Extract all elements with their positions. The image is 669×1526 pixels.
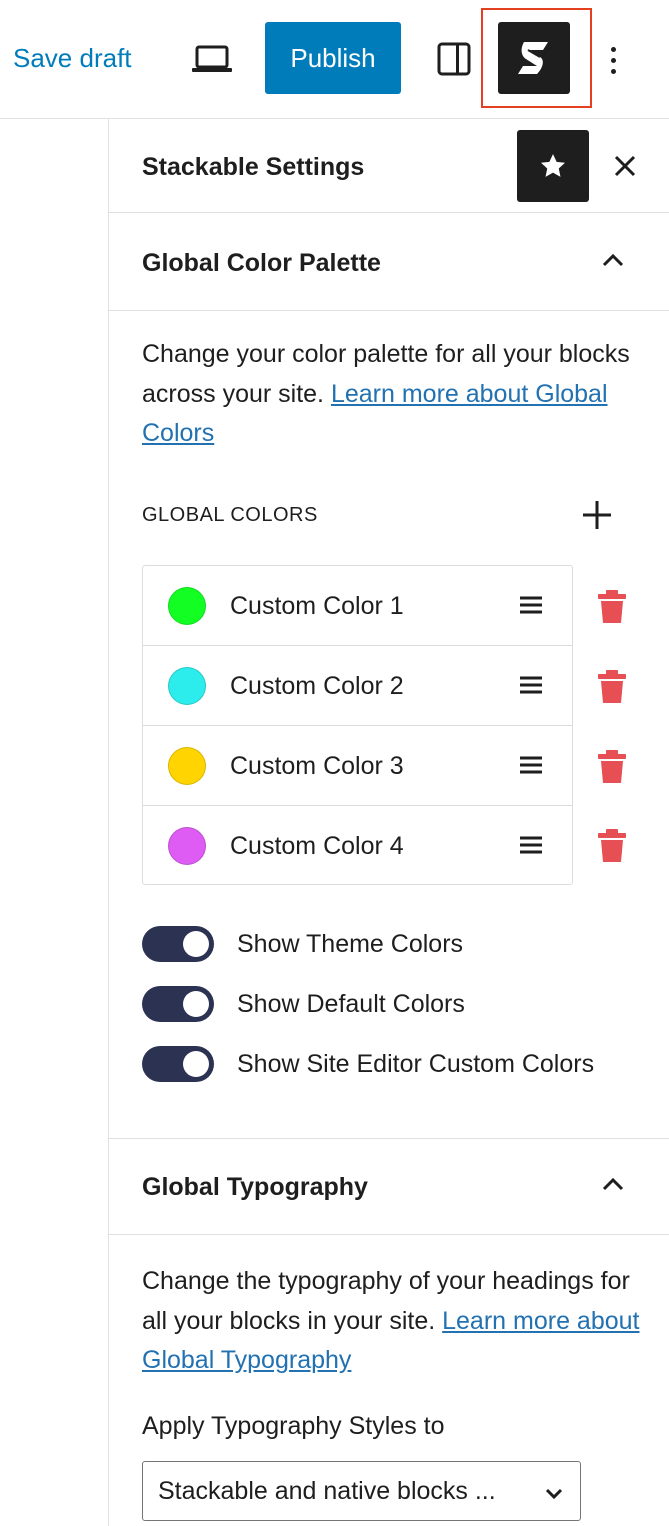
- color-palette-description: Change your color palette for all your b…: [142, 340, 630, 447]
- color-name[interactable]: Custom Color 3: [230, 748, 404, 784]
- trash-icon: [598, 829, 626, 862]
- show-theme-colors-toggle[interactable]: [142, 926, 214, 962]
- toggle-row: Show Site Editor Custom Colors: [142, 1044, 652, 1084]
- global-colors-label: Global Colors: [142, 504, 318, 526]
- close-icon[interactable]: [609, 150, 641, 182]
- desktop-preview-icon[interactable]: [190, 42, 236, 78]
- stackable-settings-panel: Stackable Settings Global Color Palette …: [109, 119, 669, 1526]
- plus-icon: [583, 501, 611, 529]
- chevron-up-icon: [599, 247, 627, 275]
- color-name[interactable]: Custom Color 4: [230, 828, 404, 864]
- trash-icon: [598, 590, 626, 623]
- more-vertical-icon: [610, 46, 616, 52]
- panel-title: Stackable Settings: [142, 153, 365, 181]
- drag-handle-icon[interactable]: [519, 755, 543, 775]
- toggle-row: Show Default Colors: [142, 984, 652, 1024]
- publish-button[interactable]: Publish: [265, 22, 401, 94]
- color-name[interactable]: Custom Color 2: [230, 668, 404, 704]
- color-swatch[interactable]: [168, 667, 206, 705]
- add-color-button[interactable]: [579, 497, 615, 533]
- show-site-editor-colors-toggle[interactable]: [142, 1046, 214, 1082]
- color-row[interactable]: Custom Color 2: [143, 646, 572, 726]
- chevron-down-icon: [543, 1482, 565, 1504]
- save-draft-button[interactable]: Save draft: [13, 40, 132, 76]
- delete-color-button[interactable]: [596, 828, 628, 864]
- show-default-colors-toggle[interactable]: [142, 986, 214, 1022]
- toggle-label: Show Default Colors: [237, 990, 465, 1018]
- color-swatch[interactable]: [168, 827, 206, 865]
- more-options-button[interactable]: [598, 38, 628, 82]
- color-row[interactable]: Custom Color 3: [143, 726, 572, 806]
- trash-icon: [598, 750, 626, 783]
- apply-typography-label: Apply Typography Styles to: [142, 1412, 445, 1440]
- delete-color-button[interactable]: [596, 669, 628, 705]
- delete-color-button[interactable]: [596, 589, 628, 625]
- star-button[interactable]: [517, 130, 589, 202]
- typography-section-toggle[interactable]: Global Typography: [109, 1139, 669, 1235]
- toggle-label: Show Theme Colors: [237, 930, 464, 958]
- global-color-list: Custom Color 1 Custom Color 2 Custom Col…: [142, 565, 573, 885]
- color-palette-title: Global Color Palette: [142, 249, 381, 277]
- drag-handle-icon[interactable]: [519, 595, 543, 615]
- drag-handle-icon[interactable]: [519, 835, 543, 855]
- editor-toolbar: Save draft Publish: [0, 0, 669, 119]
- color-row[interactable]: Custom Color 4: [143, 806, 572, 886]
- delete-color-button[interactable]: [596, 749, 628, 785]
- toggle-row: Show Theme Colors: [142, 924, 652, 964]
- drag-handle-icon[interactable]: [519, 675, 543, 695]
- stackable-logo-icon: [518, 42, 548, 74]
- chevron-up-icon: [599, 1171, 627, 1199]
- sidebar-toggle-icon[interactable]: [437, 42, 471, 76]
- apply-typography-select[interactable]: Stackable and native blocks ...: [142, 1461, 581, 1521]
- typography-description: Change the typography of your headings f…: [142, 1267, 640, 1374]
- color-swatch[interactable]: [168, 587, 206, 625]
- color-name[interactable]: Custom Color 1: [230, 588, 404, 624]
- panel-header: Stackable Settings: [109, 119, 669, 213]
- color-swatch[interactable]: [168, 747, 206, 785]
- select-value: Stackable and native blocks ...: [158, 1477, 496, 1505]
- typography-title: Global Typography: [142, 1173, 368, 1201]
- trash-icon: [598, 670, 626, 703]
- stackable-settings-button[interactable]: [498, 22, 570, 94]
- color-palette-section-toggle[interactable]: Global Color Palette: [109, 213, 669, 311]
- star-icon: [541, 154, 565, 177]
- toggle-label: Show Site Editor Custom Colors: [237, 1050, 595, 1078]
- color-row[interactable]: Custom Color 1: [143, 566, 572, 646]
